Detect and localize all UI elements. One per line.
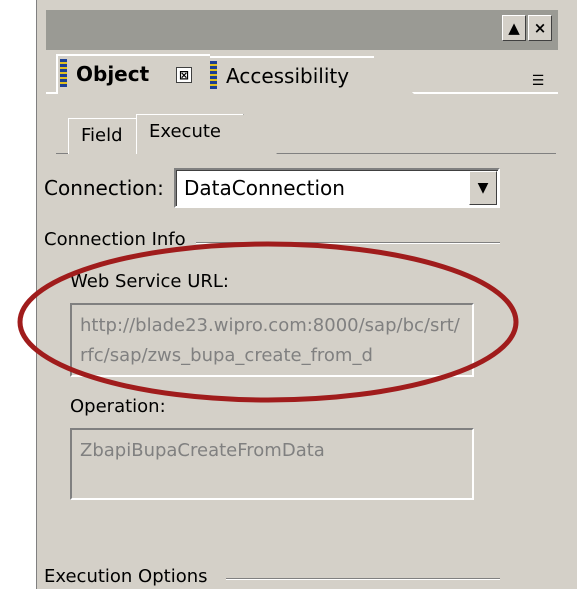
palette-grip-icon — [210, 61, 217, 89]
connection-dropdown[interactable]: DataConnection ▼ — [174, 168, 500, 208]
tab-edge — [243, 114, 277, 154]
tab-field-label: Field — [81, 125, 123, 146]
tab-close-icon[interactable]: ⊠ — [176, 67, 192, 83]
tab-accessibility[interactable]: Accessibility — [206, 56, 414, 94]
tab-object[interactable]: Object ⊠ — [56, 54, 210, 94]
tab-object-label: Object — [76, 62, 150, 86]
connection-selected-value: DataConnection — [184, 176, 345, 200]
connection-label: Connection: — [44, 176, 164, 200]
operation-field[interactable]: ZbapiBupaCreateFromData — [70, 428, 474, 500]
palette-grip-icon — [60, 59, 67, 87]
palette-title-strip: ▲ × — [46, 10, 558, 50]
sub-tab-row: Field Execute — [56, 112, 556, 154]
connection-info-heading: Connection Info — [44, 229, 192, 250]
tab-accessibility-label: Accessibility — [226, 64, 350, 88]
connection-info-rule — [196, 242, 500, 244]
execution-options-rule — [226, 578, 500, 580]
palette-tab-row: Accessibility Object ⊠ ☰ — [46, 50, 558, 94]
collapse-button[interactable]: ▲ — [502, 15, 526, 41]
web-service-url-field[interactable]: http://blade23.wipro.com:8000/sap/bc/srt… — [70, 303, 474, 377]
close-button[interactable]: × — [528, 15, 552, 41]
tab-field[interactable]: Field — [68, 118, 144, 154]
object-palette-panel: ▲ × Accessibility Object ⊠ ☰ Field Execu… — [34, 0, 577, 589]
chevron-down-icon[interactable]: ▼ — [469, 171, 497, 205]
operation-label: Operation: — [70, 396, 166, 417]
web-service-url-label: Web Service URL: — [70, 271, 229, 292]
palette-menu-icon[interactable]: ☰ — [524, 72, 552, 90]
tab-execute-label: Execute — [149, 121, 221, 142]
execution-options-heading: Execution Options — [44, 566, 214, 587]
triangle-up-icon: ▲ — [508, 19, 520, 37]
close-icon: × — [533, 19, 547, 37]
tab-execute[interactable]: Execute — [136, 114, 277, 154]
tab-edge — [374, 56, 414, 94]
